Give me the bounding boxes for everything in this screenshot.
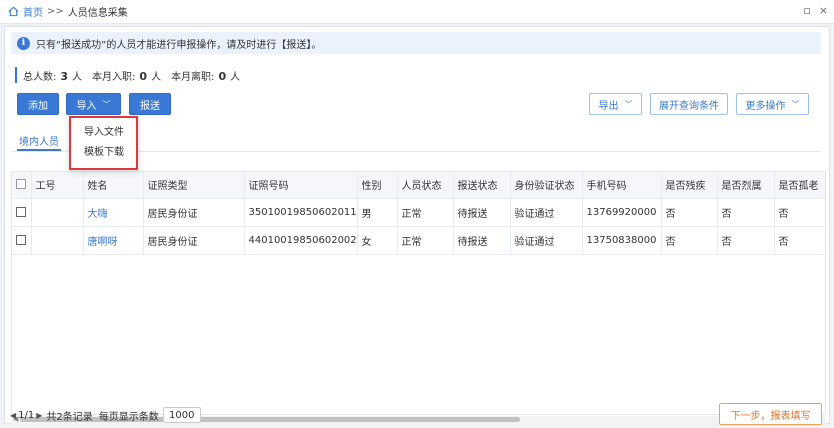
next-page-icon[interactable]: ▶: [36, 411, 42, 420]
main-panel: i 只有“报送成功”的人员才能进行申报操作，请及时进行【报送】。 总人数: 3 人 …: [4, 26, 830, 424]
tab-domestic-staff[interactable]: 境内人员: [17, 131, 61, 151]
cell-cert-type: 居民身份证: [143, 226, 245, 255]
page-indicator: 1/1: [18, 409, 35, 421]
more-actions-button[interactable]: 更多操作 ﹀: [736, 93, 809, 115]
notice-bar: i 只有“报送成功”的人员才能进行申报操作，请及时进行【报送】。: [11, 32, 821, 54]
stat-leave-label: 本月离职:: [171, 71, 215, 83]
menu-item-import-file[interactable]: 导入文件: [71, 123, 136, 143]
cell-martyr: 否: [717, 198, 775, 227]
per-page-input[interactable]: 1000: [162, 407, 201, 423]
cell-phone: 13769920000: [582, 198, 662, 227]
restore-icon[interactable]: ▫: [803, 4, 810, 17]
add-button[interactable]: 添加: [17, 93, 59, 115]
pagination: ◀ 1/1 ▶ 共2条记录 每页显示条数 1000: [10, 407, 201, 423]
cell-cert-type: 居民身份证: [143, 198, 245, 227]
breadcrumb-separator: >>: [47, 6, 64, 17]
cell-id: [31, 226, 84, 255]
stat-join: 本月入职: 0 人: [92, 68, 161, 83]
cell-gender: 女: [357, 226, 398, 255]
notice-text: 只有“报送成功”的人员才能进行申报操作，请及时进行【报送】。: [36, 39, 322, 51]
cell-gender: 男: [357, 198, 398, 227]
cell-report-status: 待报送: [453, 226, 511, 255]
cell-cert-no: 44010019850602002X: [244, 226, 358, 255]
stat-join-label: 本月入职:: [92, 71, 136, 83]
export-button-label: 导出: [598, 100, 619, 112]
cell-name-link[interactable]: 大嗨: [83, 198, 144, 227]
table-header-row: 工号 姓名 证照类型 证照号码 性别 人员状态 报送状态 身份验证状态 手机号码…: [12, 172, 825, 199]
header-cell[interactable]: 报送状态: [453, 172, 511, 199]
header-cell[interactable]: 身份验证状态: [510, 172, 583, 199]
stat-total-unit: 人: [72, 71, 83, 83]
cell-cert-no: 350100198506020116: [244, 198, 358, 227]
table-row[interactable]: 大嗨 居民身份证 350100198506020116 男 正常 待报送 验证通…: [12, 198, 825, 227]
cell-disabled: 否: [661, 226, 718, 255]
row-checkbox[interactable]: [16, 234, 26, 245]
header-cell[interactable]: 姓名: [83, 172, 144, 199]
stat-total: 总人数: 3 人: [23, 68, 82, 83]
cell-verify-status: 验证通过: [510, 226, 583, 255]
row-select[interactable]: [12, 198, 32, 227]
import-button[interactable]: 导入 ﹀: [66, 93, 121, 115]
cell-status: 正常: [397, 198, 454, 227]
close-icon[interactable]: ×: [819, 4, 828, 17]
breadcrumb-current: 人员信息采集: [67, 8, 128, 19]
stat-leave-unit: 人: [230, 71, 241, 83]
header-cell[interactable]: 手机号码: [582, 172, 662, 199]
table-row[interactable]: 唐啊呀 居民身份证 44010019850602002X 女 正常 待报送 验证…: [12, 226, 825, 255]
select-all-checkbox[interactable]: [16, 179, 26, 190]
header-cell[interactable]: 证照类型: [143, 172, 245, 199]
stat-join-value: 0: [139, 69, 148, 83]
chevron-down-icon: ﹀: [791, 99, 800, 109]
export-button[interactable]: 导出 ﹀: [589, 93, 642, 115]
stat-leave-value: 0: [218, 69, 227, 83]
stat-total-label: 总人数:: [23, 71, 57, 83]
header-cell[interactable]: 人员状态: [397, 172, 454, 199]
cell-disabled: 否: [661, 198, 718, 227]
staff-table: 工号 姓名 证照类型 证照号码 性别 人员状态 报送状态 身份验证状态 手机号码…: [11, 171, 826, 415]
menu-item-template-download[interactable]: 模板下载: [71, 143, 136, 163]
import-dropdown-menu: 导入文件 模板下载: [69, 116, 138, 170]
header-select-all[interactable]: [12, 172, 32, 199]
cell-martyr: 否: [717, 226, 775, 255]
header-cell[interactable]: 是否残疾: [661, 172, 718, 199]
info-icon: i: [17, 36, 30, 50]
more-actions-label: 更多操作: [745, 100, 786, 112]
stat-total-value: 3: [60, 69, 69, 83]
cell-status: 正常: [397, 226, 454, 255]
cell-id: [31, 198, 84, 227]
stat-leave: 本月离职: 0 人: [171, 68, 240, 83]
cell-verify-status: 验证通过: [510, 198, 583, 227]
header-cell[interactable]: 性别: [357, 172, 398, 199]
import-button-label: 导入: [76, 100, 97, 112]
report-button[interactable]: 报送: [129, 93, 171, 115]
cell-phone: 13750838000: [582, 226, 662, 255]
cell-name-link[interactable]: 唐啊呀: [83, 226, 144, 255]
total-records: 共2条记录: [46, 411, 93, 423]
home-icon[interactable]: [8, 6, 19, 17]
cell-elderly: 否: [774, 226, 825, 255]
stat-join-unit: 人: [151, 71, 162, 83]
chevron-down-icon: ﹀: [624, 99, 633, 109]
title-bar: 首页 >> 人员信息采集 ▫ ×: [0, 0, 834, 24]
header-cell[interactable]: 是否孤老: [774, 172, 825, 199]
row-checkbox[interactable]: [16, 206, 26, 217]
cell-report-status: 待报送: [453, 198, 511, 227]
breadcrumb-home-link[interactable]: 首页: [23, 4, 43, 19]
row-select[interactable]: [12, 226, 32, 255]
expand-query-button[interactable]: 展开查询条件: [650, 93, 728, 115]
cell-elderly: 否: [774, 198, 825, 227]
chevron-down-icon: ﹀: [102, 99, 111, 109]
header-cell[interactable]: 证照号码: [244, 172, 358, 199]
prev-page-icon[interactable]: ◀: [10, 411, 16, 420]
staff-stats: 总人数: 3 人 本月入职: 0 人 本月离职: 0 人: [15, 67, 250, 83]
header-cell[interactable]: 工号: [31, 172, 84, 199]
next-step-button[interactable]: 下一步，报表填写: [719, 403, 822, 425]
per-page-label: 每页显示条数: [98, 411, 159, 423]
header-cell[interactable]: 是否烈属: [717, 172, 775, 199]
